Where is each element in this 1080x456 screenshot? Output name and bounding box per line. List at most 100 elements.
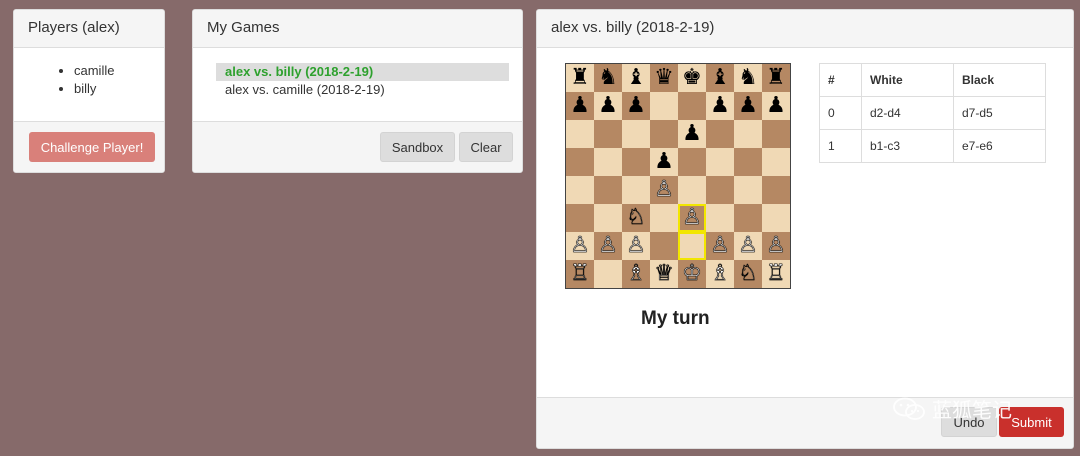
square-c6[interactable] bbox=[622, 120, 650, 148]
black-knight-icon[interactable]: ♞ bbox=[598, 67, 618, 89]
black-knight-icon[interactable]: ♞ bbox=[738, 67, 758, 89]
black-pawn-icon[interactable]: ♟ bbox=[626, 95, 646, 117]
black-pawn-icon[interactable]: ♟ bbox=[598, 95, 618, 117]
square-e7[interactable] bbox=[678, 92, 706, 120]
game-item-active[interactable]: alex vs. billy (2018-2-19) bbox=[216, 63, 509, 81]
square-a6[interactable] bbox=[566, 120, 594, 148]
square-e1[interactable]: ♔ bbox=[678, 260, 706, 288]
white-pawn-icon[interactable]: ♙ bbox=[710, 234, 730, 257]
square-c8[interactable]: ♝ bbox=[622, 64, 650, 92]
white-pawn-icon[interactable]: ♙ bbox=[654, 178, 674, 201]
white-rook-icon[interactable]: ♖ bbox=[570, 262, 590, 285]
square-d4[interactable]: ♙ bbox=[650, 176, 678, 204]
square-c4[interactable] bbox=[622, 176, 650, 204]
square-b5[interactable] bbox=[594, 148, 622, 176]
game-item[interactable]: alex vs. camille (2018-2-19) bbox=[216, 81, 509, 99]
square-e4[interactable] bbox=[678, 176, 706, 204]
chess-board[interactable]: ♜ ♞ ♝ ♛ ♚ ♝ ♞ ♜ ♟ ♟ ♟ ♟ ♟ ♟ ♟ ♟ ♙ ♘ ♙ ♙ ♙ ♙ ♙ ♙ ♙ ♖ ♗ ♕ ♔ ♗ ♘ ♖ bbox=[565, 63, 791, 289]
square-a7[interactable]: ♟ bbox=[566, 92, 594, 120]
white-pawn-icon[interactable]: ♙ bbox=[766, 234, 786, 257]
square-b4[interactable] bbox=[594, 176, 622, 204]
square-f1[interactable]: ♗ bbox=[706, 260, 734, 288]
black-king-icon[interactable]: ♚ bbox=[682, 67, 702, 89]
square-g8[interactable]: ♞ bbox=[734, 64, 762, 92]
square-b2[interactable]: ♙ bbox=[594, 232, 622, 260]
square-e8[interactable]: ♚ bbox=[678, 64, 706, 92]
square-g7[interactable]: ♟ bbox=[734, 92, 762, 120]
square-f4[interactable] bbox=[706, 176, 734, 204]
square-c7[interactable]: ♟ bbox=[622, 92, 650, 120]
square-a1[interactable]: ♖ bbox=[566, 260, 594, 288]
black-pawn-icon[interactable]: ♟ bbox=[766, 95, 786, 117]
square-e6[interactable]: ♟ bbox=[678, 120, 706, 148]
square-h6[interactable] bbox=[762, 120, 790, 148]
square-c5[interactable] bbox=[622, 148, 650, 176]
square-c3[interactable]: ♘ bbox=[622, 204, 650, 232]
sandbox-button[interactable]: Sandbox bbox=[380, 132, 455, 162]
square-b6[interactable] bbox=[594, 120, 622, 148]
square-h1[interactable]: ♖ bbox=[762, 260, 790, 288]
square-g1[interactable]: ♘ bbox=[734, 260, 762, 288]
black-rook-icon[interactable]: ♜ bbox=[570, 67, 590, 89]
white-king-icon[interactable]: ♔ bbox=[682, 262, 702, 285]
square-a2[interactable]: ♙ bbox=[566, 232, 594, 260]
square-a5[interactable] bbox=[566, 148, 594, 176]
black-queen-icon[interactable]: ♛ bbox=[654, 67, 674, 89]
square-f3[interactable] bbox=[706, 204, 734, 232]
white-queen-icon[interactable]: ♕ bbox=[654, 262, 674, 285]
white-pawn-icon[interactable]: ♙ bbox=[570, 234, 590, 257]
square-f2[interactable]: ♙ bbox=[706, 232, 734, 260]
square-g3[interactable] bbox=[734, 204, 762, 232]
player-item[interactable]: camille bbox=[74, 62, 164, 80]
white-knight-icon[interactable]: ♘ bbox=[626, 206, 646, 229]
square-g5[interactable] bbox=[734, 148, 762, 176]
square-a4[interactable] bbox=[566, 176, 594, 204]
square-h2[interactable]: ♙ bbox=[762, 232, 790, 260]
white-pawn-icon[interactable]: ♙ bbox=[626, 234, 646, 257]
square-g4[interactable] bbox=[734, 176, 762, 204]
square-d8[interactable]: ♛ bbox=[650, 64, 678, 92]
white-bishop-icon[interactable]: ♗ bbox=[626, 262, 646, 285]
square-f8[interactable]: ♝ bbox=[706, 64, 734, 92]
square-e2[interactable] bbox=[678, 232, 706, 260]
square-g6[interactable] bbox=[734, 120, 762, 148]
square-d7[interactable] bbox=[650, 92, 678, 120]
square-c1[interactable]: ♗ bbox=[622, 260, 650, 288]
square-f5[interactable] bbox=[706, 148, 734, 176]
white-bishop-icon[interactable]: ♗ bbox=[710, 262, 730, 285]
square-a8[interactable]: ♜ bbox=[566, 64, 594, 92]
black-pawn-icon[interactable]: ♟ bbox=[654, 151, 674, 173]
square-b3[interactable] bbox=[594, 204, 622, 232]
square-b7[interactable]: ♟ bbox=[594, 92, 622, 120]
challenge-player-button[interactable]: Challenge Player! bbox=[29, 132, 155, 162]
white-pawn-icon[interactable]: ♙ bbox=[682, 206, 702, 229]
white-pawn-icon[interactable]: ♙ bbox=[738, 234, 758, 257]
white-rook-icon[interactable]: ♖ bbox=[766, 262, 786, 285]
square-g2[interactable]: ♙ bbox=[734, 232, 762, 260]
square-h7[interactable]: ♟ bbox=[762, 92, 790, 120]
black-bishop-icon[interactable]: ♝ bbox=[626, 67, 646, 89]
white-knight-icon[interactable]: ♘ bbox=[738, 262, 758, 285]
black-pawn-icon[interactable]: ♟ bbox=[570, 95, 590, 117]
black-pawn-icon[interactable]: ♟ bbox=[738, 95, 758, 117]
square-a3[interactable] bbox=[566, 204, 594, 232]
black-pawn-icon[interactable]: ♟ bbox=[682, 123, 702, 145]
player-item[interactable]: billy bbox=[74, 80, 164, 98]
square-d5[interactable]: ♟ bbox=[650, 148, 678, 176]
square-d3[interactable] bbox=[650, 204, 678, 232]
square-c2[interactable]: ♙ bbox=[622, 232, 650, 260]
square-d6[interactable] bbox=[650, 120, 678, 148]
square-e3[interactable]: ♙ bbox=[678, 204, 706, 232]
white-pawn-icon[interactable]: ♙ bbox=[598, 234, 618, 257]
black-rook-icon[interactable]: ♜ bbox=[766, 67, 786, 89]
square-b1[interactable] bbox=[594, 260, 622, 288]
square-h3[interactable] bbox=[762, 204, 790, 232]
square-b8[interactable]: ♞ bbox=[594, 64, 622, 92]
square-e5[interactable] bbox=[678, 148, 706, 176]
square-h5[interactable] bbox=[762, 148, 790, 176]
square-h4[interactable] bbox=[762, 176, 790, 204]
black-pawn-icon[interactable]: ♟ bbox=[710, 95, 730, 117]
square-d2[interactable] bbox=[650, 232, 678, 260]
black-bishop-icon[interactable]: ♝ bbox=[710, 67, 730, 89]
square-f6[interactable] bbox=[706, 120, 734, 148]
